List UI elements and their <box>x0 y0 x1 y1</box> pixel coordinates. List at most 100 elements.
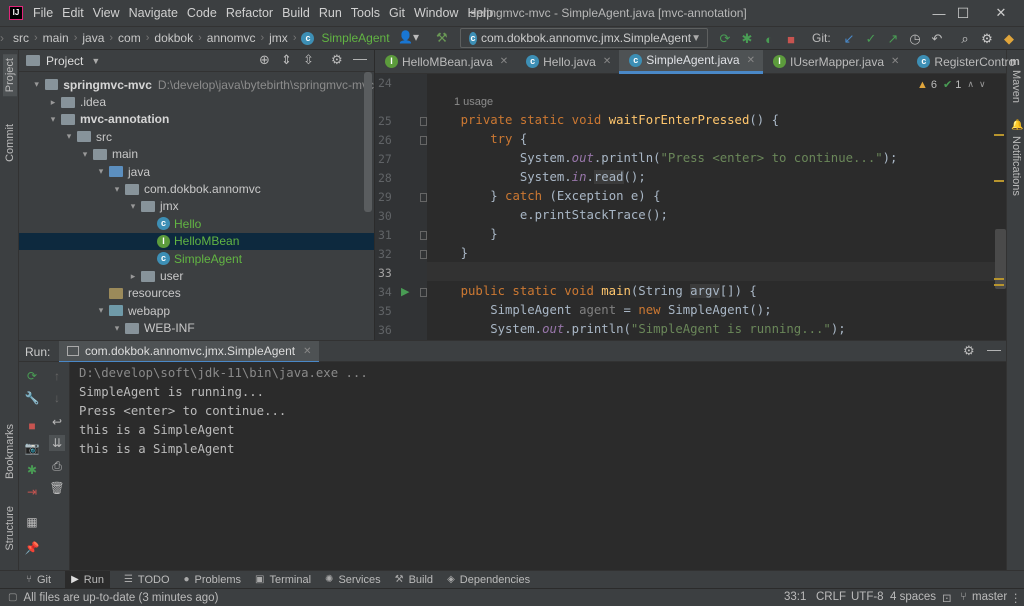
run-console[interactable]: D:\develop\soft\jdk-11\bin\java.exe ... … <box>70 362 1006 570</box>
rerun-icon[interactable]: ⟳ <box>24 368 40 384</box>
menu-run[interactable]: Run <box>319 6 342 20</box>
exit-icon[interactable]: ⇥ <box>24 484 40 500</box>
settings-gear-icon[interactable]: ⚙ <box>978 30 996 48</box>
close-tab-icon[interactable]: ✕ <box>303 346 311 357</box>
chevron-down-icon[interactable]: ▾ <box>31 79 43 90</box>
editor-scrollbar[interactable] <box>995 229 1006 289</box>
chevron-up-icon[interactable]: ∧ <box>967 79 974 90</box>
hide-run-panel-icon[interactable]: — <box>987 341 1001 357</box>
tab-registercontroller[interactable]: c RegisterContro <box>907 50 1023 74</box>
code-editor[interactable]: 1 usage ▲ 6 ✔ 1 ∧ ∨ private static void wa… <box>427 74 1006 340</box>
tool-run[interactable]: ▶ Run <box>65 571 110 588</box>
warning-stripe[interactable] <box>994 180 1004 182</box>
breadcrumb-main[interactable]: main <box>43 31 69 45</box>
menu-code[interactable]: Code <box>187 6 217 20</box>
history-icon[interactable]: ◷ <box>906 30 924 48</box>
tool-dependencies[interactable]: ◈ Dependencies <box>447 574 530 586</box>
menu-build[interactable]: Build <box>282 6 310 20</box>
fold-marker-icon[interactable] <box>420 193 427 202</box>
run-settings-gear-icon[interactable]: ⚙ <box>963 343 975 359</box>
tree-item[interactable]: c SimpleAgent <box>19 250 374 267</box>
tool-todo[interactable]: ☰ TODO <box>124 574 170 586</box>
line-separator[interactable]: CRLF <box>816 591 846 603</box>
fold-marker-icon[interactable] <box>420 117 427 126</box>
breadcrumb-java[interactable]: java <box>82 31 104 45</box>
fold-marker-icon[interactable] <box>420 136 427 145</box>
notifications-tool-button[interactable]: Notifications <box>1010 136 1022 196</box>
chevron-right-icon[interactable]: ▸ <box>47 97 59 108</box>
tab-iusermapper[interactable]: I IUserMapper.java ✕ <box>763 50 907 74</box>
tree-item[interactable]: I HelloMBean <box>19 232 374 250</box>
menu-git[interactable]: Git <box>389 6 405 20</box>
maven-tool-button[interactable]: Maven <box>1010 70 1022 103</box>
hide-panel-icon[interactable]: — <box>353 50 367 66</box>
breadcrumb-simpleagent[interactable]: SimpleAgent <box>321 31 389 45</box>
breadcrumb-annomvc[interactable]: annomvc <box>207 31 256 45</box>
chevron-down-icon[interactable]: ▾ <box>111 184 123 195</box>
menu-navigate[interactable]: Navigate <box>129 6 178 20</box>
project-tool-button[interactable]: Project <box>3 54 17 97</box>
close-tab-icon[interactable]: ✕ <box>891 56 899 67</box>
chevron-down-icon[interactable]: ▾ <box>79 149 91 160</box>
memory-indicator-icon[interactable]: ⋮ <box>1010 591 1022 605</box>
chevron-down-icon[interactable]: ▾ <box>111 323 123 334</box>
tool-git[interactable]: ⑂ Git <box>26 574 51 586</box>
trash-icon[interactable]: 🗑 <box>49 480 65 496</box>
tree-item[interactable]: ▾ main <box>19 146 374 163</box>
toolbox-icon[interactable]: ◆ <box>1000 30 1018 48</box>
tree-item[interactable]: ▾ springmvc-mvc D:\develop\java\bytebirth\… <box>19 76 374 93</box>
tool-build[interactable]: ⚒ Build <box>395 574 433 586</box>
locate-icon[interactable]: ⊕ <box>259 52 270 68</box>
chevron-down-icon[interactable]: ∨ <box>979 79 986 90</box>
close-tab-icon[interactable]: ✕ <box>603 56 611 67</box>
tree-item[interactable]: ▾ mvc-annotation <box>19 111 374 128</box>
breadcrumb-src[interactable]: src <box>13 31 29 45</box>
file-encoding[interactable]: UTF-8 <box>851 591 884 603</box>
menu-file[interactable]: File <box>33 6 53 20</box>
layout-icon[interactable]: ▦ <box>24 514 40 530</box>
tree-item[interactable]: ▾ webapp <box>19 302 374 319</box>
modify-config-wrench-icon[interactable]: 🔧 <box>24 390 40 406</box>
tool-terminal[interactable]: ▣ Terminal <box>255 574 311 586</box>
status-message[interactable]: All files are up-to-date (3 minutes ago) <box>23 592 218 604</box>
warning-stripe[interactable] <box>994 278 1004 280</box>
tab-hellombean[interactable]: I HelloMBean.java ✕ <box>375 50 516 74</box>
tree-item[interactable]: resources <box>19 285 374 302</box>
close-tab-icon[interactable]: ✕ <box>747 55 755 66</box>
scroll-to-end-icon[interactable]: ⇊ <box>49 435 65 451</box>
menu-tools[interactable]: Tools <box>351 6 380 20</box>
tree-item[interactable]: ▸ .idea <box>19 93 374 110</box>
debug-bug-icon[interactable]: ✱ <box>24 462 40 478</box>
close-tab-icon[interactable]: ✕ <box>500 56 508 67</box>
tool-problems[interactable]: ● Problems <box>184 574 242 586</box>
tree-item[interactable]: ▾ java <box>19 163 374 180</box>
tree-item[interactable]: ▾ src <box>19 128 374 145</box>
project-tree-scrollbar[interactable] <box>364 72 372 212</box>
fold-marker-icon[interactable] <box>420 288 427 297</box>
fold-marker-icon[interactable] <box>420 250 427 259</box>
down-arrow-icon[interactable]: ↓ <box>49 390 65 406</box>
tree-item[interactable]: c Hello <box>19 215 374 232</box>
tree-item[interactable]: ▾ WEB-INF <box>19 320 374 337</box>
breadcrumb-jmx[interactable]: jmx <box>269 31 288 45</box>
options-gear-icon[interactable]: ⚙ <box>331 52 343 68</box>
soft-wrap-icon[interactable]: ↩ <box>49 414 65 430</box>
breadcrumb-com[interactable]: com <box>118 31 141 45</box>
chevron-right-icon[interactable]: ▸ <box>127 271 139 282</box>
indent-setting[interactable]: 4 spaces <box>890 591 936 603</box>
breadcrumb-dokbok[interactable]: dokbok <box>154 31 193 45</box>
debug-icon[interactable]: ✱ <box>738 30 756 48</box>
run-gutter-icon[interactable]: ▶ <box>401 285 409 298</box>
tree-item[interactable]: ▾ jmx <box>19 198 374 215</box>
close-button[interactable]: ✕ <box>978 0 1024 26</box>
usage-hint[interactable]: 1 usage <box>454 96 493 108</box>
user-account-icon[interactable]: 👤▾ <box>398 30 419 44</box>
chevron-down-icon[interactable]: ▾ <box>95 166 107 177</box>
status-panel-icon[interactable]: ▢ <box>8 592 17 603</box>
run-configuration-select[interactable]: c com.dokbok.annomvc.jmx.SimpleAgent ▼ <box>460 28 708 48</box>
commit-tool-button[interactable]: Commit <box>3 120 17 166</box>
inspection-widget[interactable]: ▲ 6 ✔ 1 ∧ ∨ <box>917 78 986 92</box>
stop-icon[interactable]: ■ <box>782 30 800 48</box>
chevron-down-icon[interactable]: ▼ <box>91 56 100 66</box>
tab-hello[interactable]: c Hello.java ✕ <box>516 50 619 74</box>
